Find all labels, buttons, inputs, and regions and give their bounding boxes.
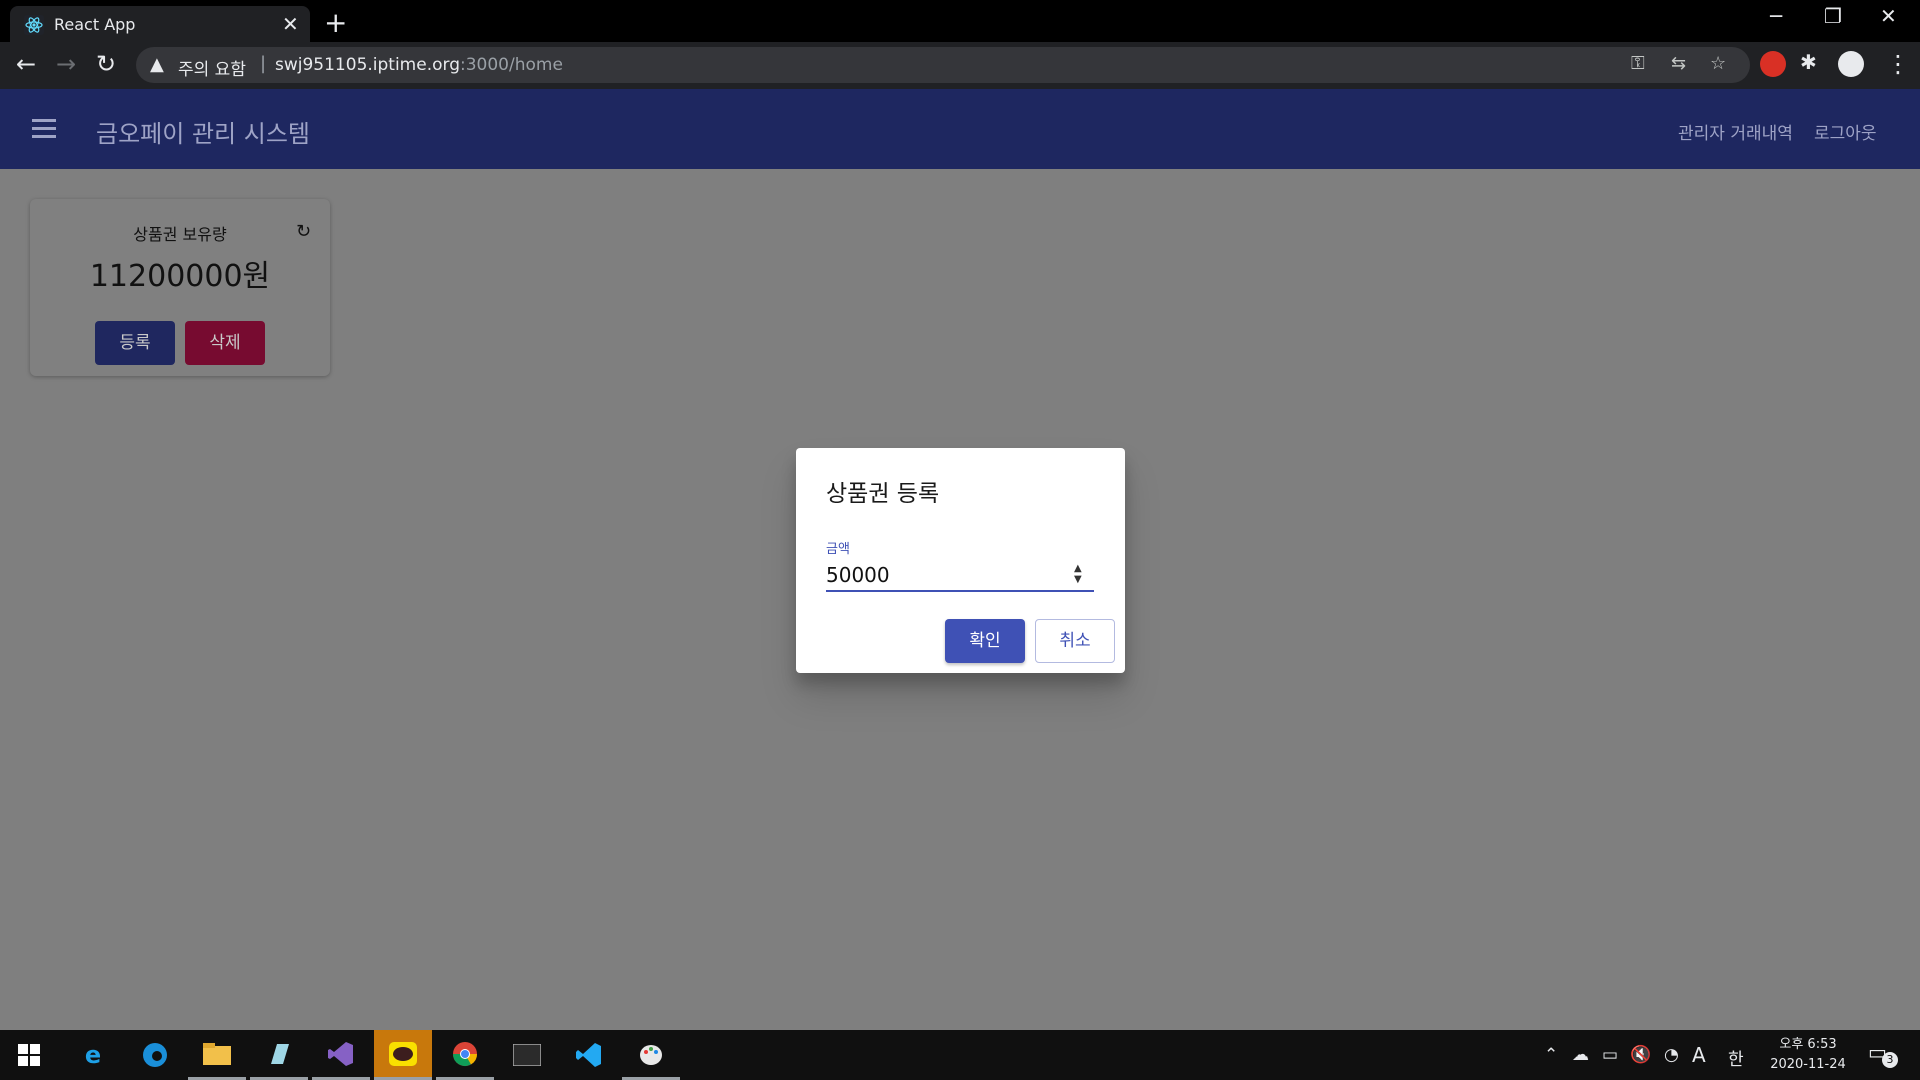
address-bar[interactable]: ▲ 주의 요함 | swj951105.iptime.org:3000/home… — [136, 47, 1750, 83]
ime-mode[interactable]: A — [1692, 1043, 1706, 1067]
clock-time: 오후 6:53 — [1779, 1037, 1837, 1052]
browser-tab[interactable]: React App ✕ — [10, 6, 310, 42]
paint-icon[interactable] — [622, 1030, 680, 1080]
dialog-title: 상품권 등록 — [826, 481, 940, 507]
volume-muted-icon[interactable]: 🔇 — [1630, 1045, 1651, 1065]
more-icon[interactable]: ⋮ — [1886, 50, 1910, 78]
restore-icon[interactable]: ❐ — [1824, 4, 1842, 28]
wifi-icon[interactable]: ◔ — [1664, 1045, 1679, 1065]
spinner-icon[interactable]: ▲ ▼ — [1074, 563, 1082, 585]
tab-close-icon[interactable]: ✕ — [282, 12, 299, 36]
puzzle-icon[interactable]: ✱ — [1800, 50, 1817, 74]
edge-icon[interactable] — [126, 1030, 184, 1080]
security-warning[interactable]: 주의 요함 — [178, 55, 246, 80]
url-host: swj951105.iptime.org — [275, 55, 460, 75]
reload-icon[interactable]: ↻ — [96, 50, 116, 78]
minimize-icon[interactable]: ─ — [1770, 4, 1782, 28]
key-icon[interactable]: ⚿ — [1631, 53, 1645, 74]
amount-label: 금액 — [826, 542, 850, 557]
clock-date: 2020-11-24 — [1770, 1057, 1846, 1072]
amount-input[interactable] — [826, 560, 1094, 592]
window-close-icon[interactable]: ✕ — [1880, 4, 1897, 28]
warning-icon: ▲ — [150, 54, 164, 75]
notification-badge: 3 — [1882, 1052, 1898, 1068]
taskbar: e ⌃ ☁ ▭ 🔇 ◔ A 한 오후 6:53 2020-11-24 ▭ 3 — [0, 1030, 1920, 1080]
url-text[interactable]: swj951105.iptime.org:3000/home — [275, 55, 563, 75]
app-title: 금오페이 관리 시스템 — [96, 120, 310, 148]
logout-link[interactable]: 로그아웃 — [1814, 119, 1877, 144]
star-icon[interactable]: ☆ — [1710, 53, 1726, 74]
chrome-icon[interactable] — [436, 1030, 494, 1080]
cancel-button[interactable]: 취소 — [1035, 619, 1115, 663]
app-bar: 금오페이 관리 시스템 관리자 거래내역 로그아웃 — [0, 89, 1920, 169]
card-label: 상품권 보유량 — [133, 225, 227, 244]
language-indicator[interactable]: 한 — [1728, 1045, 1744, 1070]
visual-studio-icon[interactable] — [312, 1030, 370, 1080]
menu-icon[interactable] — [32, 119, 56, 138]
onedrive-icon[interactable]: ☁ — [1572, 1045, 1589, 1065]
vscode-icon[interactable] — [560, 1030, 618, 1080]
tab-title: React App — [54, 15, 136, 34]
confirm-button[interactable]: 확인 — [945, 619, 1025, 663]
windows-start-icon[interactable] — [0, 1030, 58, 1080]
clock[interactable]: 오후 6:53 2020-11-24 — [1766, 1035, 1850, 1075]
extension-icon[interactable] — [1760, 51, 1786, 77]
admin-history-link[interactable]: 관리자 거래내역 — [1678, 119, 1793, 144]
kakaotalk-icon[interactable] — [374, 1030, 432, 1080]
tray-chevron-icon[interactable]: ⌃ — [1544, 1045, 1558, 1065]
url-separator: | — [260, 53, 267, 74]
notes-app-icon[interactable] — [250, 1030, 308, 1080]
file-explorer-icon[interactable] — [188, 1030, 246, 1080]
delete-button[interactable]: 삭제 — [185, 321, 265, 365]
forward-icon[interactable]: → — [56, 50, 76, 78]
browser-toolbar: ← → ↻ ▲ 주의 요함 | swj951105.iptime.org:300… — [0, 42, 1920, 89]
internet-explorer-icon[interactable]: e — [64, 1030, 122, 1080]
battery-icon[interactable]: ▭ — [1602, 1045, 1618, 1065]
refresh-icon[interactable]: ↻ — [296, 221, 311, 242]
browser-tab-bar: React App ✕ + ─ ❐ ✕ — [0, 0, 1920, 42]
react-icon — [24, 15, 44, 35]
register-button[interactable]: 등록 — [95, 321, 175, 365]
terminal-icon[interactable] — [498, 1030, 556, 1080]
url-path: :3000/home — [460, 55, 563, 75]
voucher-balance-card: 상품권 보유량 ↻ 11200000원 등록 삭제 — [30, 199, 330, 376]
back-icon[interactable]: ← — [16, 50, 36, 78]
new-tab-button[interactable]: + — [324, 6, 347, 39]
balance-amount: 11200000원 — [89, 259, 271, 294]
profile-avatar[interactable] — [1838, 51, 1864, 77]
notification-icon[interactable]: ▭ 3 — [1868, 1040, 1898, 1068]
register-voucher-dialog: 상품권 등록 금액 ▲▼ 확인 취소 — [796, 448, 1125, 673]
translate-icon[interactable]: ⇆ — [1671, 53, 1686, 74]
